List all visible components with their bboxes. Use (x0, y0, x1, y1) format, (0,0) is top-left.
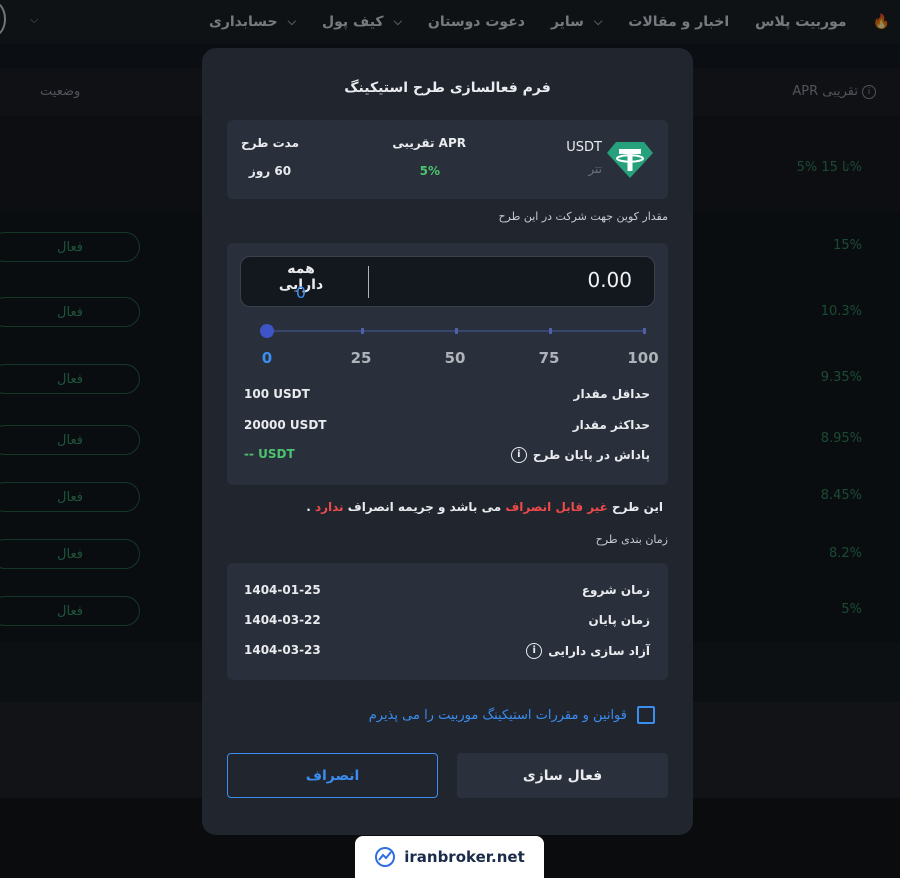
release-date-label: آزاد سازی دارایی i (526, 643, 650, 659)
apr-label: APR تقریبی (392, 136, 466, 150)
staking-activation-modal: فرم فعالسازی طرح استیکینگ USDT تتر APR ت… (202, 48, 693, 835)
apr-value: 5% (419, 164, 440, 178)
slider-tick-label[interactable]: 75 (529, 349, 569, 367)
end-date-value: 1404-03-22 (244, 613, 321, 627)
max-amount-value: 20000 USDT (244, 418, 327, 432)
amount-card: 0.00 همه دارایی 0 0 25 50 75 100 حداقل م… (227, 243, 668, 485)
amount-slider-thumb[interactable] (260, 324, 274, 338)
tether-logo-icon (607, 142, 653, 178)
slider-tick-label[interactable]: 0 (247, 349, 287, 367)
reward-value: -- USDT (244, 447, 295, 461)
all-assets-value: 0 (295, 283, 307, 302)
slider-step-marker (643, 328, 646, 334)
info-icon[interactable]: i (526, 643, 543, 659)
start-date-value: 1404-01-25 (244, 583, 321, 597)
min-amount-value: 100 USDT (244, 387, 310, 401)
watermark-text: iranbroker.net (404, 848, 525, 866)
amount-slider-track[interactable] (267, 328, 646, 334)
amount-section-label: مقدار کوین جهت شرکت در این طرح (498, 210, 668, 223)
min-amount-label: حداقل مقدار (573, 387, 650, 401)
coin-name: تتر (588, 162, 602, 176)
terms-checkbox-row[interactable]: قوانین و مقررات استیکینگ موربیت را می پذ… (369, 706, 655, 724)
amount-input[interactable]: 0.00 همه دارایی 0 (240, 256, 655, 307)
slider-step-marker (455, 328, 458, 334)
release-date-value: 1404-03-23 (244, 643, 321, 657)
non-cancellable-warning: این طرح غیر قابل انصراف می باشد و جریمه … (306, 500, 663, 514)
reward-label: پاداش در پایان طرح i (510, 447, 650, 463)
trend-chart-icon (375, 847, 396, 867)
amount-input-value[interactable]: 0.00 (587, 268, 632, 292)
slider-tick-label[interactable]: 50 (435, 349, 475, 367)
duration-value: 60 روز (248, 164, 292, 178)
slider-tick-label[interactable]: 100 (623, 349, 663, 367)
slider-step-marker (549, 328, 552, 334)
duration-label: مدت طرح (240, 136, 299, 150)
start-date-label: زمان شروع (581, 583, 650, 597)
end-date-label: زمان پایان (588, 613, 650, 627)
coin-symbol: USDT (566, 140, 602, 155)
schedule-card: زمان شروع 1404-01-25 زمان پایان 1404-03-… (227, 563, 668, 680)
slider-tick-label[interactable]: 25 (341, 349, 381, 367)
activate-button[interactable]: فعال سازی (457, 753, 668, 798)
info-icon[interactable]: i (510, 447, 527, 463)
max-amount-label: حداکثر مقدار (572, 418, 650, 432)
schedule-section-label: زمان بندی طرح (595, 533, 668, 546)
input-divider (368, 266, 369, 298)
plan-summary-card: USDT تتر APR تقریبی 5% مدت طرح 60 روز (227, 120, 668, 199)
terms-checkbox[interactable] (637, 706, 655, 724)
cancel-button[interactable]: انصراف (227, 753, 438, 798)
watermark: iranbroker.net (355, 836, 544, 878)
modal-title: فرم فعالسازی طرح استیکینگ (344, 80, 551, 96)
slider-step-marker (361, 328, 364, 334)
terms-label[interactable]: قوانین و مقررات استیکینگ موربیت را می پذ… (369, 708, 627, 723)
